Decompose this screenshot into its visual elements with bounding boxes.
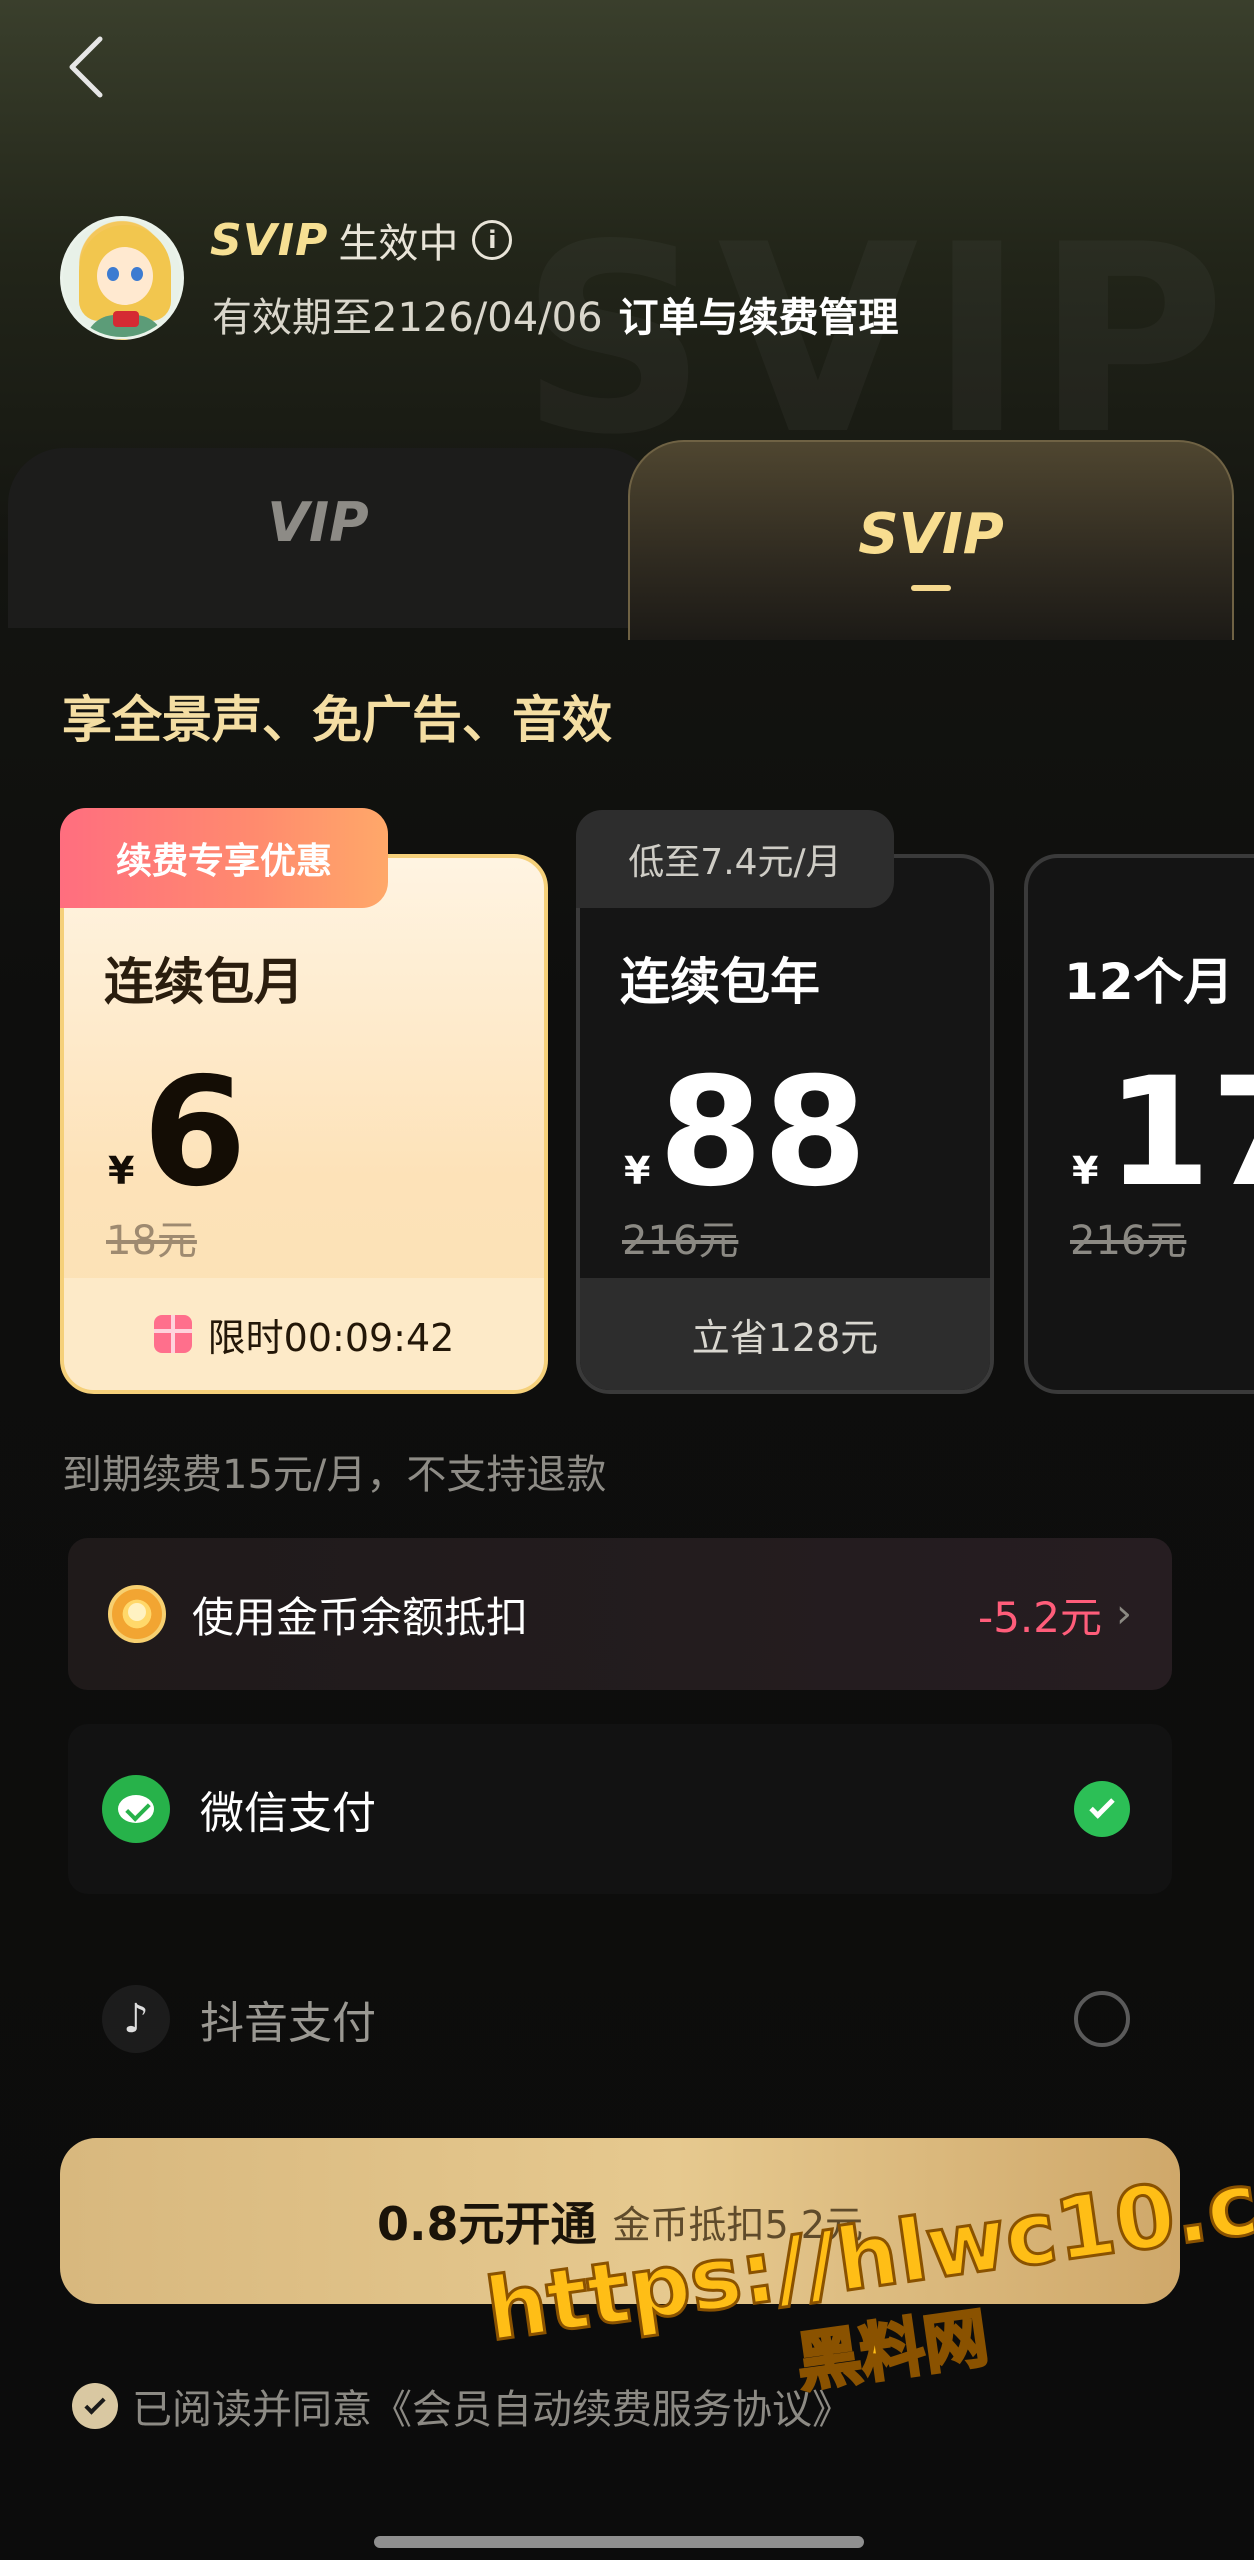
price-row: ¥ 6 [108,1058,247,1208]
plan-name: 连续包年 [620,953,820,1011]
wechat-pay-icon [102,1775,170,1843]
countdown-text: 限时00:09:42 [207,1315,455,1360]
payment-option-douyin[interactable]: ♪ 抖音支付 [68,1934,1172,2104]
plan-badge-renewal-offer: 续费专享优惠 [60,808,388,908]
activate-button[interactable]: 0.8元开通 金币抵扣5.2元 [60,2138,1180,2304]
renewal-note: 到期续费15元/月，不支持退款 [62,1452,607,1498]
gift-icon [153,1315,192,1353]
avatar[interactable] [60,216,184,340]
expiry-row: 有效期至2126/04/06 订单与续费管理 [212,286,899,342]
plan-price: 6 [142,1046,247,1220]
coin-icon [108,1585,166,1643]
order-renewal-management-link[interactable]: 订单与续费管理 [619,285,899,343]
coin-deduction-label: 使用金币余额抵扣 [192,1592,529,1642]
plan-cards: 连续包月 ¥ 6 18元 限时00:09:42 续费专享优惠 连续包年 ¥ 88… [60,808,1254,1398]
currency-symbol: ¥ [1072,1149,1099,1193]
payment-label: 抖音支付 [200,1998,376,2049]
original-price: 18元 [106,1218,197,1264]
savings-footer: 立省128元 [580,1278,990,1390]
plan-card-monthly[interactable]: 连续包月 ¥ 6 18元 限时00:09:42 [60,854,548,1394]
info-icon[interactable]: i [472,220,513,260]
countdown-footer: 限时00:09:42 [64,1278,544,1390]
currency-symbol: ¥ [624,1149,651,1193]
coin-deduction-row[interactable]: 使用金币余额抵扣 -5.2元 › [68,1538,1172,1690]
tab-svip-label: SVIP [858,502,1004,567]
chevron-left-icon [69,36,103,98]
price-row: ¥ 17 [1072,1058,1254,1208]
payment-label: 微信支付 [200,1788,376,1839]
plan-badge-low-price: 低至7.4元/月 [576,810,894,908]
membership-status: SVIP 生效中 i [210,212,513,268]
agreement-checkbox[interactable] [72,2383,118,2429]
radio-unchecked-icon[interactable] [1074,1991,1130,2047]
tier-tabs: VIP SVIP [0,440,1254,640]
home-indicator[interactable] [374,2536,864,2548]
payment-screen: SVIP SVIP 生效中 i 有效期至2126/04/06 订单与续费管理 V… [0,0,1254,2560]
original-price: 216元 [1070,1218,1187,1264]
plan-name: 连续包月 [104,953,304,1011]
chevron-right-icon: › [1116,1591,1132,1637]
active-tab-indicator [911,585,951,591]
agreement-row[interactable]: 已阅读并同意《会员自动续费服务协议》 [72,2376,852,2436]
tab-vip-label: VIP [267,490,369,554]
tab-svip[interactable]: SVIP [628,440,1234,640]
plan-price: 88 [658,1046,868,1220]
tab-vip[interactable]: VIP [8,448,658,628]
plan-card-yearly[interactable]: 连续包年 ¥ 88 216元 立省128元 [576,854,994,1394]
price-row: ¥ 88 [624,1058,867,1208]
coin-deduction-amount: -5.2元 [978,1592,1102,1642]
payment-option-wechat[interactable]: 微信支付 [68,1724,1172,1894]
status-text: 生效中 [338,221,459,267]
original-price: 216元 [622,1218,739,1264]
svip-label: SVIP [210,214,329,266]
benefits-tagline: 享全景声、免广告、音效 [62,691,612,749]
activate-button-label: 0.8元开通 [377,2197,597,2251]
plan-price: 17 [1106,1046,1254,1220]
agreement-text[interactable]: 已阅读并同意《会员自动续费服务协议》 [132,2377,852,2435]
expiry-date: 有效期至2126/04/06 [212,295,603,341]
plan-card-12-months[interactable]: 12个月 ¥ 17 216元 [1024,854,1254,1394]
back-button[interactable] [56,32,116,102]
currency-symbol: ¥ [108,1149,135,1193]
plan-name: 12个月 [1064,953,1234,1011]
douyin-icon: ♪ [102,1985,170,2053]
activate-button-sublabel: 金币抵扣5.2元 [612,2202,863,2247]
radio-checked-icon[interactable] [1074,1781,1130,1837]
